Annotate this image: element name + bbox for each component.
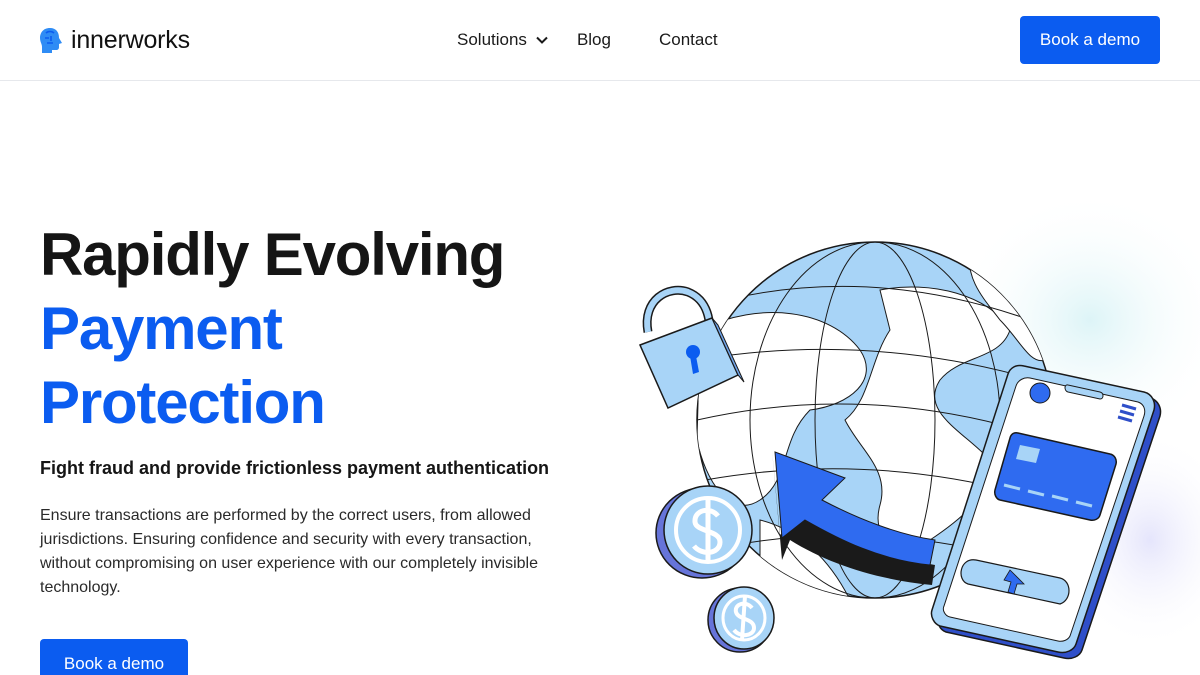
hero-subtitle: Fight fraud and provide frictionless pay… — [40, 458, 550, 478]
dollar-coin-icon — [707, 586, 775, 653]
dollar-coin-icon — [655, 485, 753, 579]
nav-blog-label: Blog — [576, 30, 611, 49]
nav-contact-label: Contact — [658, 30, 718, 49]
navbar: innerworks Solutions Blog Contact Book a… — [0, 0, 1200, 81]
hero-title: Rapidly Evolving Payment Protection — [40, 218, 505, 440]
book-demo-button-hero[interactable]: Book a demo — [40, 639, 188, 675]
book-demo-button-header[interactable]: Book a demo — [1020, 16, 1160, 64]
main-nav: Solutions Blog Contact — [457, 30, 718, 50]
nav-blog[interactable]: Blog — [577, 30, 611, 50]
hero-title-line2: Payment — [40, 295, 283, 362]
head-profile-icon — [40, 27, 62, 53]
hero-body: Ensure transactions are performed by the… — [40, 507, 539, 596]
hero-title-line3: Protection — [40, 369, 326, 436]
nav-solutions-label: Solutions — [457, 30, 527, 49]
nav-contact[interactable]: Contact — [659, 30, 718, 50]
nav-solutions[interactable]: Solutions — [457, 30, 548, 50]
user-avatar-icon — [1029, 382, 1051, 404]
chevron-down-icon — [536, 36, 548, 44]
payment-illustration — [638, 190, 1200, 660]
hero-title-line1: Rapidly Evolving — [40, 221, 505, 288]
brand-logo[interactable]: innerworks — [39, 26, 190, 55]
brand-name: innerworks — [71, 26, 190, 54]
